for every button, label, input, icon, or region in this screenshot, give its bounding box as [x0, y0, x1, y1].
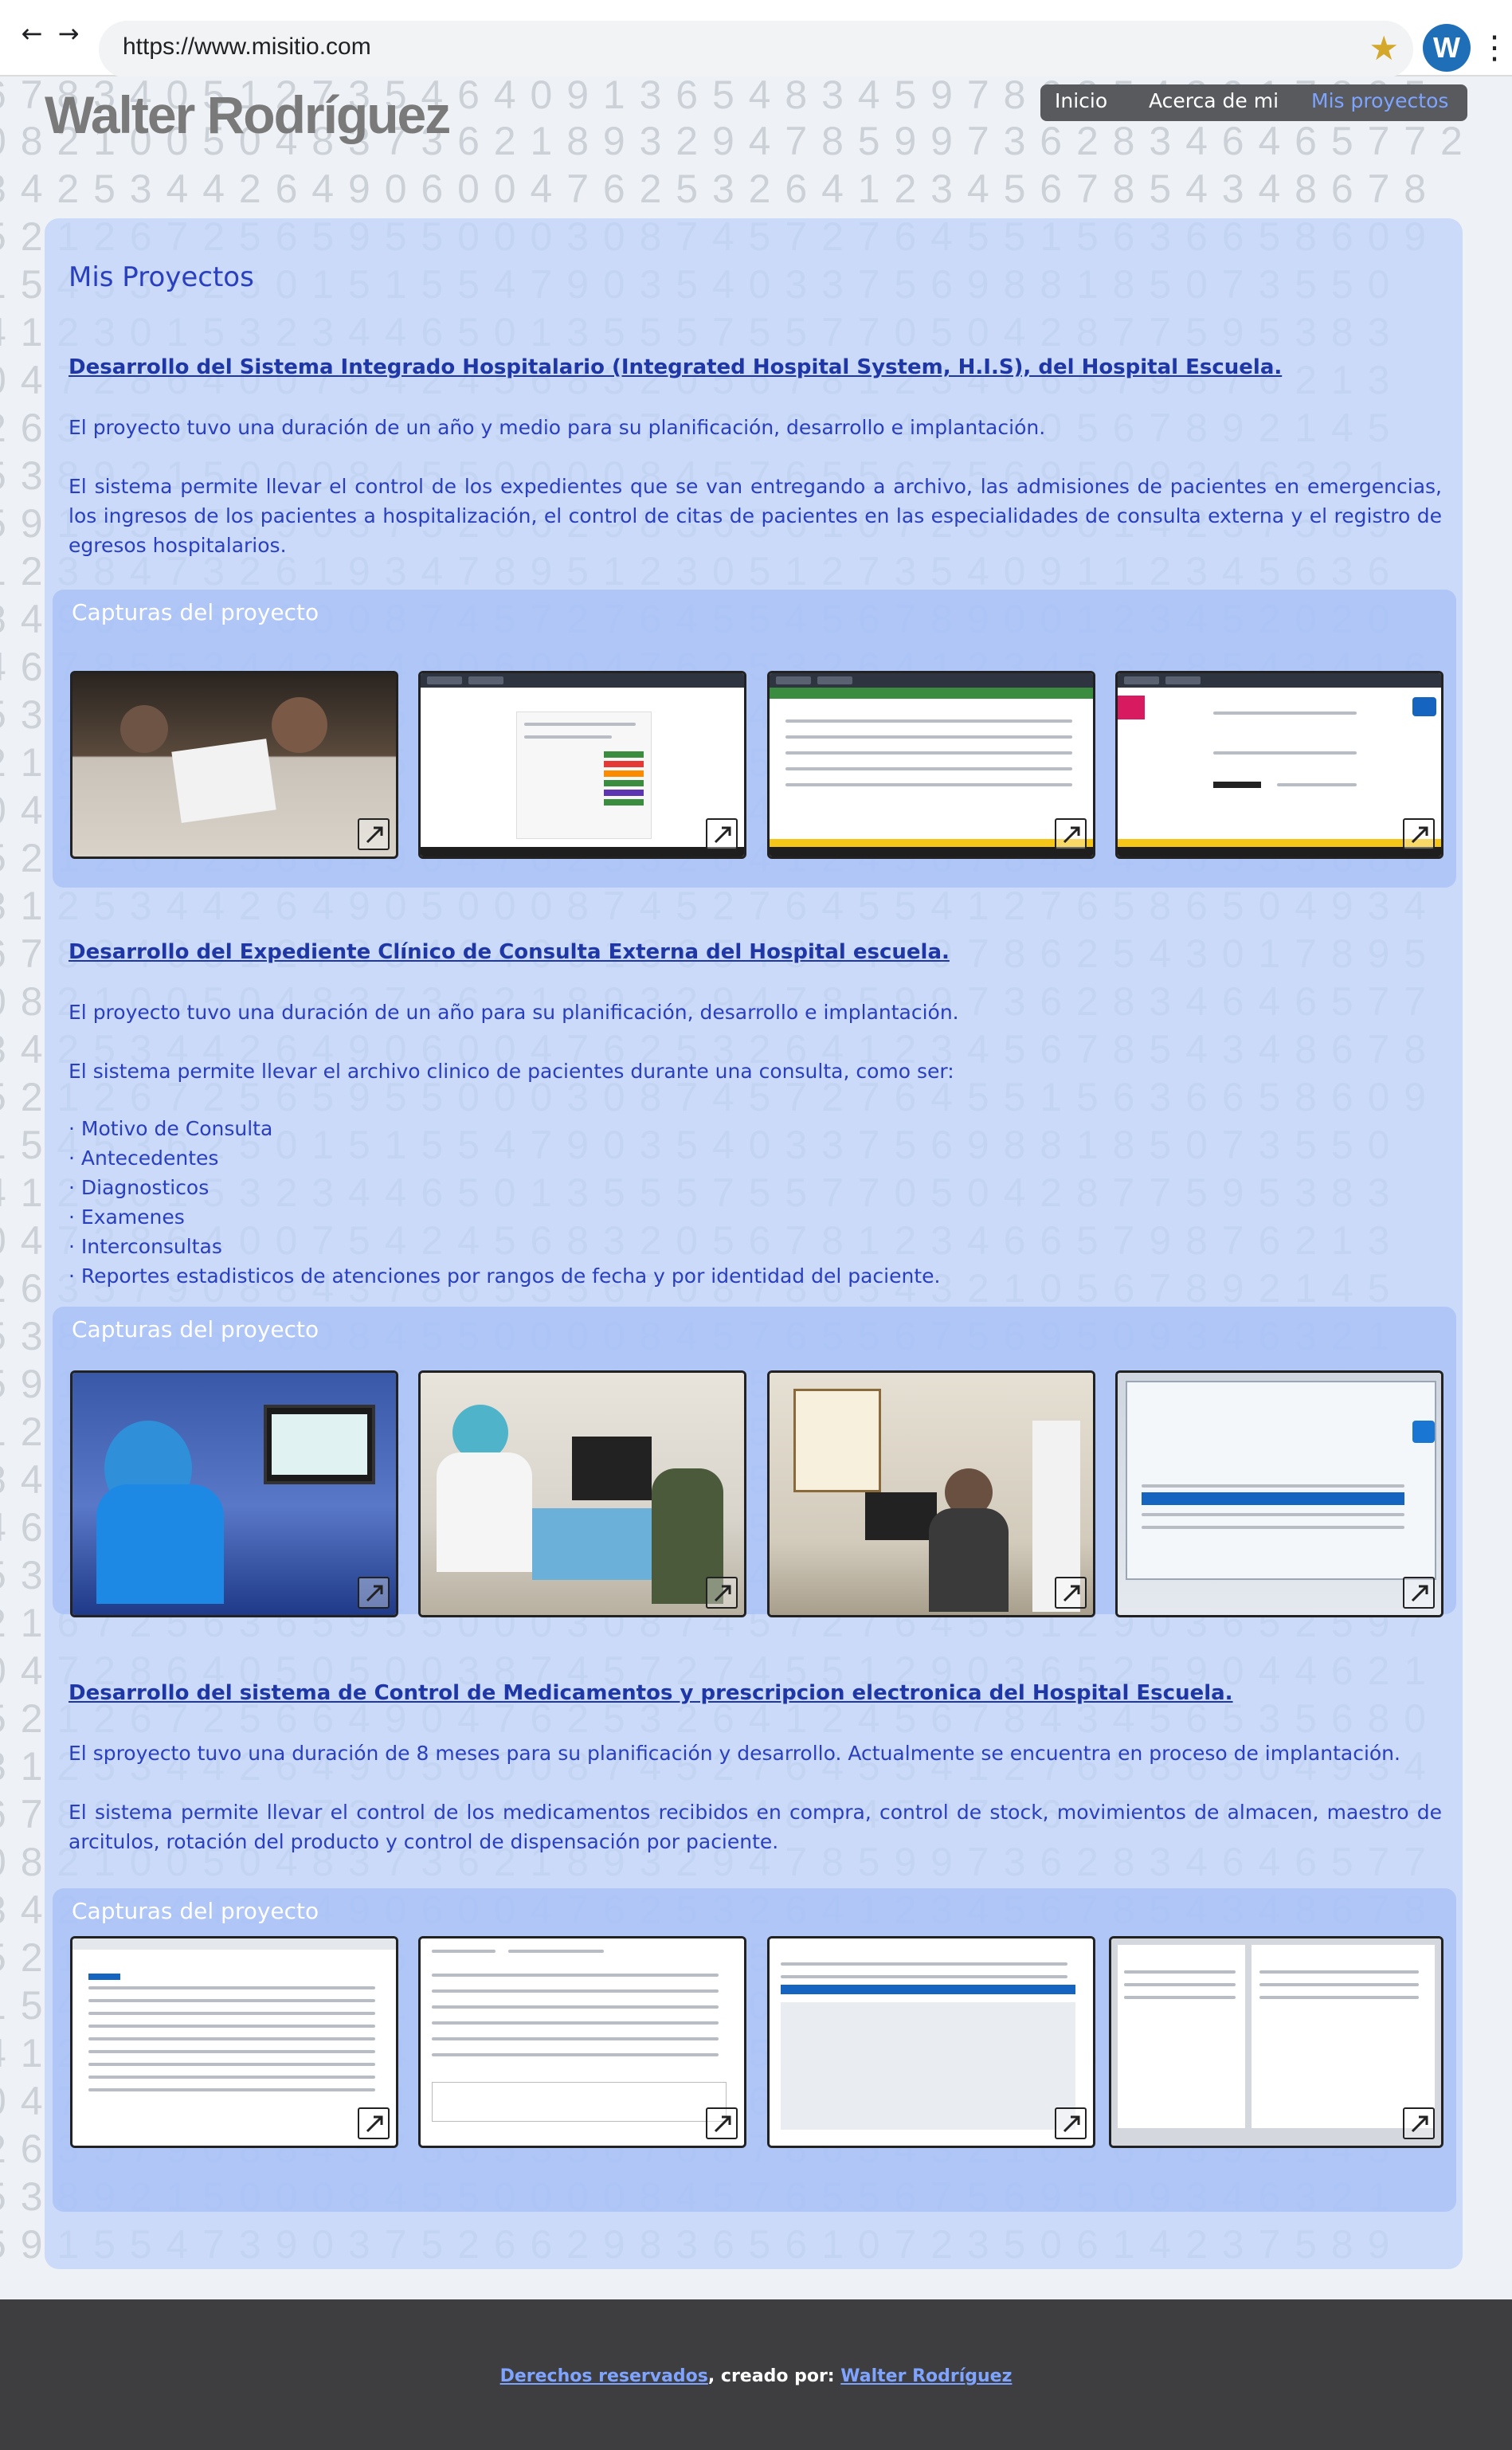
rights-link[interactable]: Derechos reservados [500, 2366, 708, 2386]
nav-link-mis-proyectos[interactable]: Mis proyectos [1311, 89, 1448, 112]
gallery-thumbnail[interactable] [1115, 1370, 1443, 1617]
gallery-thumbnail[interactable] [1109, 1936, 1443, 2148]
project-1-description: El sistema permite llevar el control de … [69, 475, 1442, 557]
kebab-menu-icon[interactable]: ⋮ [1479, 24, 1510, 72]
expand-icon[interactable] [1055, 1577, 1087, 1609]
top-navigation: Inicio Acerca de mi Mis proyectos [1040, 84, 1467, 121]
gallery-thumbnail[interactable] [767, 671, 1095, 859]
project-2-description: El sistema permite llevar el archivo cli… [69, 1060, 954, 1083]
gallery-title: Capturas del proyecto [72, 1898, 319, 1924]
nav-link-inicio[interactable]: Inicio [1055, 89, 1107, 112]
list-item: · Diagnosticos [69, 1176, 210, 1199]
gallery-thumbnail[interactable] [767, 1370, 1095, 1617]
url-text[interactable]: https://www.misitio.com [123, 33, 371, 61]
expand-icon[interactable] [1055, 2107, 1087, 2139]
project-1-duration: El proyecto tuvo una duración de un año … [69, 416, 1046, 439]
expand-icon[interactable] [358, 818, 390, 850]
page-heading: Mis Proyectos [69, 261, 254, 293]
gallery-thumbnail[interactable] [70, 1936, 398, 2148]
list-item: · Motivo de Consulta [69, 1117, 273, 1140]
nav-link-acerca[interactable]: Acerca de mi [1149, 89, 1279, 112]
gallery-thumbnail[interactable] [418, 1370, 746, 1617]
list-item: · Reportes estadisticos de atenciones po… [69, 1264, 941, 1288]
list-item: · Antecedentes [69, 1147, 219, 1170]
gallery-thumbnail[interactable] [70, 671, 398, 859]
expand-icon[interactable] [706, 818, 738, 850]
gallery-thumbnail[interactable] [70, 1370, 398, 1617]
expand-icon[interactable] [1403, 818, 1435, 850]
profile-avatar[interactable]: W [1423, 24, 1471, 72]
expand-icon[interactable] [706, 2107, 738, 2139]
site-title[interactable]: Walter Rodríguez [45, 84, 451, 145]
expand-icon[interactable] [1403, 2107, 1435, 2139]
list-item: · Examenes [69, 1205, 185, 1229]
project-2-title[interactable]: Desarrollo del Expediente Clínico de Con… [69, 940, 1471, 964]
created-by-text: , creado por: [707, 2366, 841, 2386]
expand-icon[interactable] [706, 1577, 738, 1609]
expand-icon[interactable] [1403, 1577, 1435, 1609]
star-icon[interactable]: ★ [1369, 29, 1399, 68]
gallery-thumbnail[interactable] [418, 1936, 746, 2148]
gallery-title: Capturas del proyecto [72, 1316, 319, 1343]
project-3-duration: El sproyecto tuvo una duración de 8 mese… [69, 1742, 1400, 1765]
expand-icon[interactable] [1055, 818, 1087, 850]
project-3-title[interactable]: Desarrollo del sistema de Control de Med… [69, 1681, 1471, 1705]
footer-credits: Derechos reservados, creado por: Walter … [0, 2366, 1512, 2386]
project-3-description: El sistema permite llevar el control de … [69, 1801, 1442, 1853]
browser-chrome: ← → https://www.misitio.com ★ W ⋮ [0, 0, 1512, 78]
expand-icon[interactable] [358, 1577, 390, 1609]
project-1-title[interactable]: Desarrollo del Sistema Integrado Hospita… [69, 355, 1471, 379]
arrow-left-icon[interactable]: ← [16, 18, 48, 49]
project-2-duration: El proyecto tuvo una duración de un año … [69, 1001, 959, 1024]
gallery-title: Capturas del proyecto [72, 599, 319, 625]
expand-icon[interactable] [358, 2107, 390, 2139]
gallery-thumbnail[interactable] [767, 1936, 1095, 2148]
address-bar[interactable]: https://www.misitio.com ★ [99, 21, 1413, 78]
author-link[interactable]: Walter Rodríguez [840, 2366, 1012, 2386]
site-footer: Derechos reservados, creado por: Walter … [0, 2299, 1512, 2450]
gallery-thumbnail[interactable] [1115, 671, 1443, 859]
list-item: · Interconsultas [69, 1235, 222, 1258]
gallery-thumbnail[interactable] [418, 671, 746, 859]
arrow-right-icon[interactable]: → [53, 18, 84, 49]
page: 6 7 8 3 4 0 5 1 2 7 3 5 4 6 4 0 9 1 3 6 … [0, 76, 1512, 2450]
